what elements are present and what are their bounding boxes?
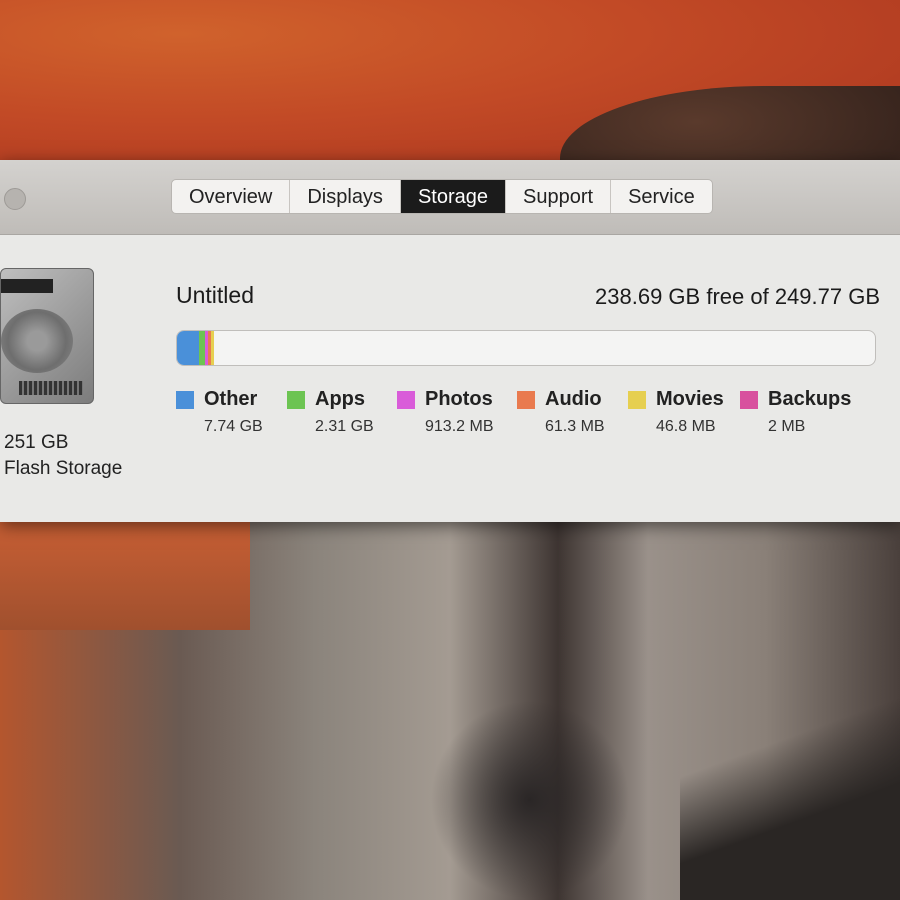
wallpaper-sky-lower	[0, 520, 250, 630]
disk-type: Flash Storage	[4, 458, 123, 479]
window-button[interactable]	[4, 188, 26, 210]
hard-disk-icon	[0, 268, 94, 404]
legend-label: Photos	[425, 388, 493, 410]
legend-label: Audio	[545, 388, 602, 410]
legend-value: 913.2 MB	[425, 418, 494, 435]
usage-segment-other	[177, 331, 199, 365]
tab-bar: Overview Displays Storage Support Servic…	[171, 179, 713, 214]
usage-segment-movies	[211, 331, 215, 365]
legend-label: Movies	[656, 388, 724, 410]
legend-label: Apps	[315, 388, 365, 410]
legend-value: 2.31 GB	[315, 418, 374, 435]
legend-value: 2 MB	[768, 418, 806, 435]
legend-swatch	[287, 391, 305, 409]
about-this-mac-window: Overview Displays Storage Support Servic…	[0, 160, 900, 522]
tab-overview[interactable]: Overview	[172, 180, 291, 213]
legend-label: Backups	[768, 388, 852, 410]
legend-swatch	[176, 391, 194, 409]
title-bar: Overview Displays Storage Support Servic…	[0, 160, 900, 235]
wallpaper-shadow	[430, 700, 630, 900]
volume-name: Untitled	[176, 282, 254, 308]
legend-label: Other	[204, 388, 258, 410]
legend-value: 61.3 MB	[545, 418, 605, 435]
legend-value: 7.74 GB	[204, 418, 263, 435]
tab-displays[interactable]: Displays	[290, 180, 401, 213]
legend-swatch	[517, 391, 535, 409]
legend-swatch	[740, 391, 758, 409]
tab-support[interactable]: Support	[506, 180, 612, 213]
disk-capacity: 251 GB	[4, 432, 69, 453]
tab-storage[interactable]: Storage	[400, 180, 506, 213]
free-space-text: 238.69 GB free of 249.77 GB	[595, 284, 880, 309]
wallpaper-trees	[680, 690, 900, 900]
legend-value: 46.8 MB	[656, 418, 716, 435]
legend-swatch	[628, 391, 646, 409]
legend-swatch	[397, 391, 415, 409]
storage-usage-bar	[176, 330, 876, 366]
tab-service[interactable]: Service	[611, 180, 712, 213]
